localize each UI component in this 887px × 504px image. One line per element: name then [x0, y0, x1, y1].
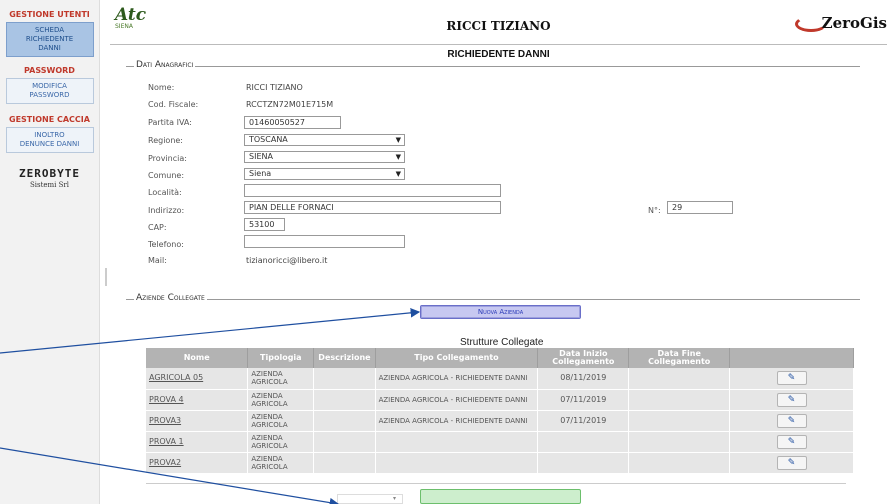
annotation-arrow-nuova-azienda [0, 308, 421, 354]
annotation-arrows [0, 308, 421, 504]
annotation-arrow-bottom [0, 447, 340, 504]
